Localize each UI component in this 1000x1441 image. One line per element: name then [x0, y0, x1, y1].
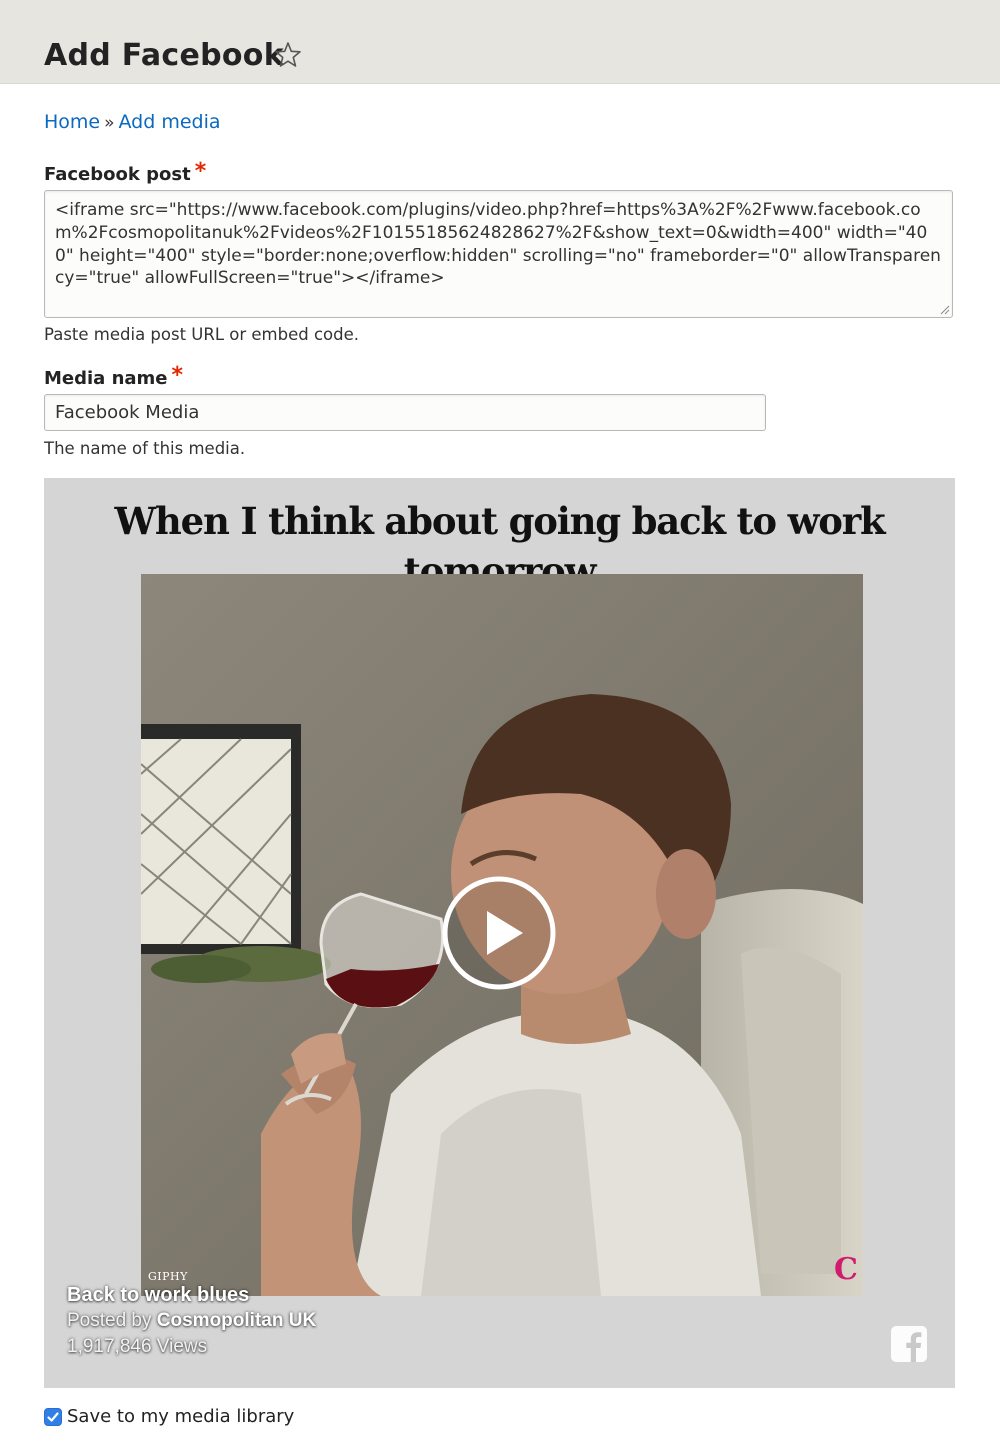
- posted-by-prefix: Posted by: [67, 1310, 152, 1331]
- video-byline: Posted by Cosmopolitan UK: [67, 1308, 316, 1334]
- page-title: Add Facebook: [44, 38, 284, 73]
- page-header: Add Facebook: [0, 0, 1000, 84]
- save-to-library-label: Save to my media library: [67, 1406, 295, 1427]
- brand-mark: C: [834, 1252, 858, 1287]
- facebook-post-value: <iframe src="https://www.facebook.com/pl…: [55, 200, 941, 289]
- required-marker: *: [171, 363, 184, 388]
- facebook-logo-icon[interactable]: [890, 1325, 928, 1363]
- video-meta: Back to work blues Posted by Cosmopolita…: [67, 1282, 316, 1360]
- facebook-post-label: Facebook post *: [44, 159, 207, 187]
- play-icon[interactable]: [441, 875, 557, 991]
- breadcrumb-home-link[interactable]: Home: [44, 111, 100, 133]
- media-name-input[interactable]: Facebook Media: [44, 394, 766, 431]
- video-views: 1,917,846 Views: [67, 1336, 208, 1357]
- checkmark-icon: [47, 1412, 59, 1422]
- save-to-library-checkbox[interactable]: [44, 1408, 62, 1426]
- video-title-link[interactable]: Back to work blues: [67, 1282, 316, 1308]
- star-outline-icon[interactable]: [274, 41, 302, 69]
- facebook-post-textarea[interactable]: <iframe src="https://www.facebook.com/pl…: [44, 190, 953, 318]
- breadcrumb: Home» Add media: [44, 109, 221, 136]
- posted-by-page-link[interactable]: Cosmopolitan UK: [157, 1310, 316, 1331]
- video-preview: When I think about going back to work to…: [44, 478, 955, 1388]
- facebook-post-label-text: Facebook post: [44, 164, 191, 185]
- save-to-library-option[interactable]: Save to my media library: [44, 1404, 294, 1430]
- media-name-label: Media name *: [44, 363, 184, 391]
- media-name-description: The name of this media.: [44, 439, 246, 458]
- breadcrumb-separator: »: [104, 113, 115, 133]
- breadcrumb-add-media-link[interactable]: Add media: [119, 111, 221, 133]
- media-name-label-text: Media name: [44, 368, 168, 389]
- facebook-post-description: Paste media post URL or embed code.: [44, 325, 360, 344]
- required-marker: *: [194, 159, 207, 184]
- resize-handle-icon[interactable]: [940, 305, 950, 315]
